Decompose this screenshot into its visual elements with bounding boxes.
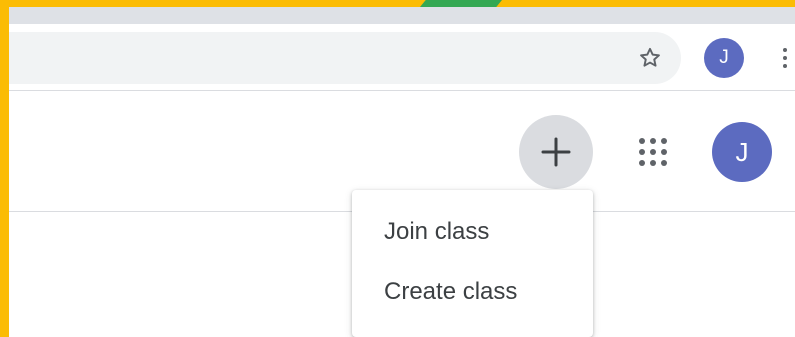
window-frame-border <box>0 0 9 337</box>
browser-profile-avatar[interactable]: J <box>704 38 744 78</box>
account-avatar[interactable]: J <box>712 122 772 182</box>
window-frame-top <box>9 0 795 7</box>
google-apps-icon[interactable] <box>636 135 670 169</box>
bookmark-star-icon[interactable] <box>637 45 663 71</box>
add-class-menu: Join class Create class <box>352 190 593 337</box>
address-bar[interactable] <box>9 32 681 84</box>
plus-icon <box>541 137 571 167</box>
tab-accent <box>420 0 502 7</box>
browser-menu-icon[interactable] <box>775 42 795 74</box>
join-class-menu-item[interactable]: Join class <box>352 203 593 261</box>
tab-strip <box>9 7 795 24</box>
add-class-button[interactable] <box>519 115 593 189</box>
create-class-menu-item[interactable]: Create class <box>352 263 593 321</box>
browser-toolbar: J <box>9 24 795 90</box>
